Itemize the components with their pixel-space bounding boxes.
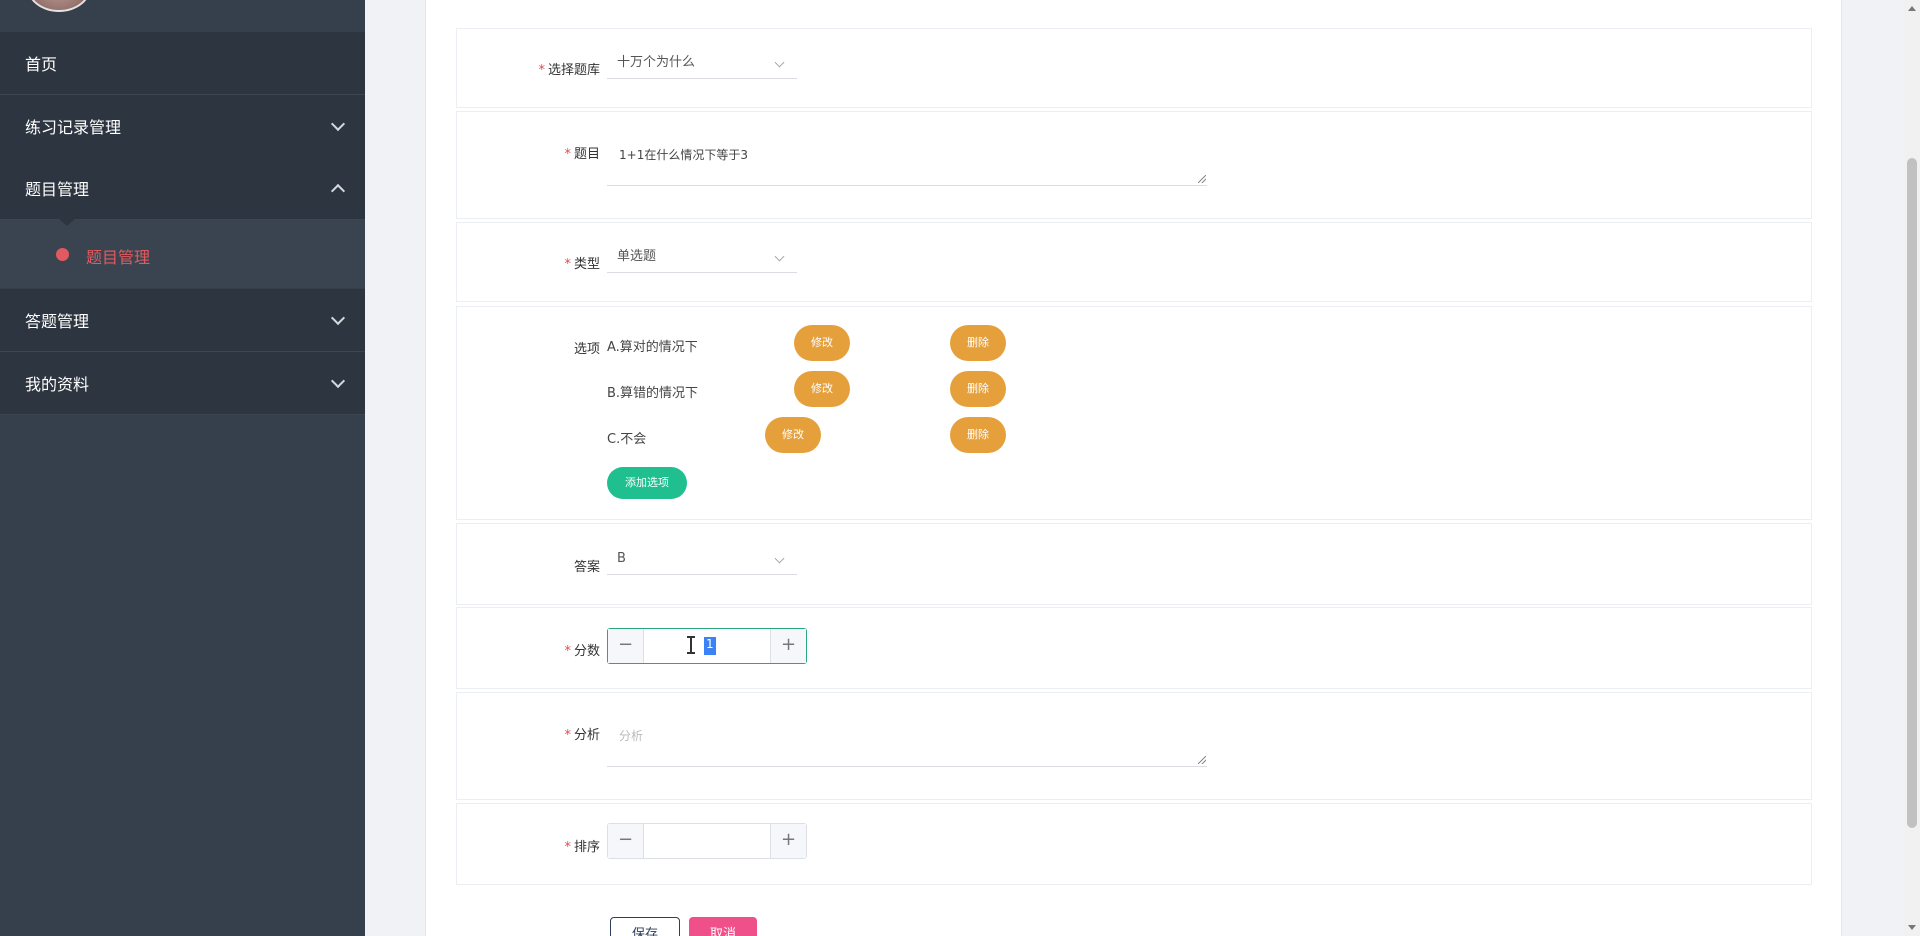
- scroll-down-arrow-icon[interactable]: [1908, 925, 1916, 930]
- text-cursor-icon: [687, 636, 695, 654]
- chevron-down-icon: [330, 373, 346, 389]
- option-text: A.算对的情况下: [607, 340, 698, 355]
- resize-grip-icon[interactable]: [1198, 175, 1206, 183]
- sidebar-item-home[interactable]: 首页: [0, 32, 365, 95]
- score-label: * 分数: [564, 644, 600, 659]
- sidebar-item-practice-records[interactable]: 练习记录管理: [0, 95, 365, 158]
- form-row-answer: 答案 B: [456, 523, 1812, 605]
- answer-label: 答案: [573, 560, 600, 575]
- resize-grip-icon[interactable]: [1198, 756, 1206, 764]
- form-row-options: 选项 A.算对的情况下 修改 删除 B.算错的情况下 修改 删除 C.不会 修改…: [456, 306, 1812, 520]
- sidebar-item-label: 练习记录管理: [25, 118, 122, 137]
- scroll-up-arrow-icon[interactable]: [1908, 6, 1916, 11]
- scrollbar-thumb[interactable]: [1907, 158, 1917, 828]
- option-text: B.算错的情况下: [607, 386, 699, 401]
- main-area: * 选择题库 十万个为什么 * 题目 1+1在什么情况下等于3 * 类型 单选题 选项: [365, 0, 1920, 936]
- option-text: C.不会: [607, 432, 647, 447]
- score-input[interactable]: 1: [704, 637, 716, 655]
- sidebar-item-label: 我的资料: [25, 375, 90, 394]
- vertical-scrollbar[interactable]: [1904, 0, 1920, 936]
- submenu-question-management[interactable]: 题目管理: [0, 219, 365, 288]
- increment-button[interactable]: +: [770, 824, 806, 858]
- form-panel: * 选择题库 十万个为什么 * 题目 1+1在什么情况下等于3 * 类型 单选题 选项: [425, 0, 1842, 936]
- chevron-down-icon: [774, 251, 785, 262]
- active-pointer: [59, 219, 75, 226]
- sort-stepper[interactable]: − +: [607, 823, 807, 859]
- type-select[interactable]: 单选题: [607, 243, 797, 273]
- options-label: 选项: [573, 342, 600, 357]
- submenu-item-label: 题目管理: [86, 248, 151, 267]
- sidebar-item-question-management[interactable]: 题目管理: [0, 157, 365, 220]
- question-label: * 题目: [564, 147, 600, 162]
- delete-option-button[interactable]: 删除: [950, 371, 1006, 407]
- save-button[interactable]: 保存: [610, 917, 680, 936]
- sidebar-item-label: 题目管理: [25, 180, 90, 199]
- cancel-button[interactable]: 取消: [689, 917, 757, 936]
- form-row-sort: * 排序 − +: [456, 803, 1812, 885]
- sidebar-item-label: 首页: [25, 55, 58, 74]
- form-row-score: * 分数 − 1 +: [456, 607, 1812, 689]
- avatar[interactable]: [27, 0, 91, 12]
- sidebar: 首页 练习记录管理 题目管理 题目管理 答题管理 我的资料: [0, 0, 365, 936]
- decrement-button[interactable]: −: [608, 824, 644, 858]
- decrement-button[interactable]: −: [608, 629, 644, 663]
- increment-button[interactable]: +: [770, 629, 806, 663]
- score-stepper[interactable]: − 1 +: [607, 628, 807, 664]
- chevron-up-icon: [330, 183, 346, 199]
- bank-select[interactable]: 十万个为什么: [607, 49, 797, 79]
- bank-label: * 选择题库: [538, 63, 600, 78]
- sidebar-item-answer-management[interactable]: 答题管理: [0, 289, 365, 352]
- sidebar-item-my-profile[interactable]: 我的资料: [0, 352, 365, 415]
- sidebar-item-label: 答题管理: [25, 312, 90, 331]
- form-row-analysis: * 分析 分析: [456, 692, 1812, 800]
- add-option-button[interactable]: 添加选项: [607, 467, 687, 499]
- form-row-bank: * 选择题库 十万个为什么: [456, 28, 1812, 108]
- form-row-type: * 类型 单选题: [456, 222, 1812, 302]
- edit-option-button[interactable]: 修改: [794, 371, 850, 407]
- active-dot-icon: [56, 248, 69, 261]
- chevron-down-icon: [774, 57, 785, 68]
- analysis-label: * 分析: [564, 728, 600, 743]
- edit-option-button[interactable]: 修改: [794, 325, 850, 361]
- type-label: * 类型: [564, 257, 600, 272]
- chevron-down-icon: [774, 553, 785, 564]
- edit-option-button[interactable]: 修改: [765, 417, 821, 453]
- delete-option-button[interactable]: 删除: [950, 325, 1006, 361]
- question-textarea[interactable]: 1+1在什么情况下等于3: [607, 136, 1207, 186]
- analysis-textarea[interactable]: 分析: [607, 717, 1207, 767]
- form-row-question: * 题目 1+1在什么情况下等于3: [456, 111, 1812, 219]
- answer-select[interactable]: B: [607, 545, 797, 575]
- sort-label: * 排序: [564, 840, 600, 855]
- chevron-down-icon: [330, 116, 346, 132]
- chevron-down-icon: [330, 310, 346, 326]
- delete-option-button[interactable]: 删除: [950, 417, 1006, 453]
